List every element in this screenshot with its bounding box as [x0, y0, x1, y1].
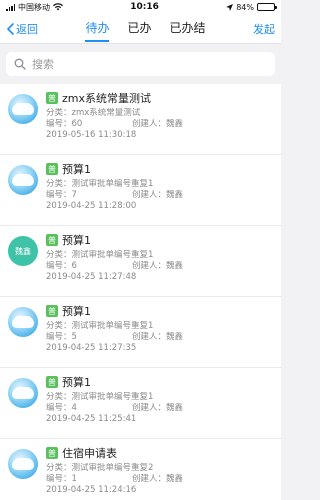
- back-label: 返回: [16, 22, 38, 36]
- item-number: 编号：4: [46, 403, 77, 413]
- title-row: 普 预算1: [46, 303, 273, 319]
- list-item[interactable]: 普 预算1 分类：测试审批单编号重复1 编号：5 创建人：魏鑫 2019-04-…: [0, 297, 281, 368]
- avatar: 魏鑫: [8, 236, 38, 266]
- item-category: 分类：测试审批单编号重复1: [46, 250, 154, 260]
- item-content: 普 预算1 分类：测试审批单编号重复1 编号：6 创建人：魏鑫 2019-04-…: [46, 232, 273, 290]
- search-icon: [14, 58, 26, 70]
- search-bar: [0, 44, 281, 84]
- chevron-left-icon: [7, 22, 14, 35]
- list-item[interactable]: 魏鑫 普 预算1 分类：测试审批单编号重复1 编号：6 创建人：魏鑫 2019-…: [0, 226, 281, 297]
- list-item[interactable]: 普 预算1 分类：测试审批单编号重复1 编号：7 创建人：魏鑫 2019-04-…: [0, 155, 281, 226]
- item-creator: 创建人：魏鑫: [132, 332, 184, 342]
- item-title: zmx系统常量测试: [62, 92, 151, 105]
- list-item[interactable]: 普 住宿申请表 分类：测试审批单编号重复2 编号：1 创建人：魏鑫 2019-0…: [0, 439, 281, 500]
- approval-list: 普 zmx系统常量测试 分类：zmx系统常量测试 编号：60 创建人：魏鑫 20…: [0, 84, 281, 500]
- item-content: 普 预算1 分类：测试审批单编号重复1 编号：5 创建人：魏鑫 2019-04-…: [46, 303, 273, 361]
- title-row: 普 预算1: [46, 374, 273, 390]
- item-category: 分类：测试审批单编号重复1: [46, 321, 154, 331]
- item-title: 预算1: [62, 305, 91, 318]
- avatar: [8, 449, 38, 479]
- wifi-icon: [53, 3, 63, 11]
- item-number: 编号：1: [46, 474, 77, 484]
- battery-icon: [257, 3, 277, 11]
- avatar: [8, 165, 38, 195]
- item-time: 2019-04-25 11:24:16: [46, 485, 137, 495]
- item-creator: 创建人：魏鑫: [132, 261, 184, 271]
- badge: 普: [46, 234, 58, 246]
- title-row: 普 住宿申请表: [46, 445, 273, 461]
- tab-bar: 待办 已办 已办结: [85, 15, 206, 42]
- nav-bar: 返回 待办 已办 已办结 发起: [0, 14, 281, 44]
- signal-icon: [6, 3, 15, 11]
- item-category: 分类：测试审批单编号重复1: [46, 392, 154, 402]
- item-content: 普 预算1 分类：测试审批单编号重复1 编号：4 创建人：魏鑫 2019-04-…: [46, 374, 273, 432]
- item-number: 编号：6: [46, 261, 77, 271]
- status-right: 84%: [226, 2, 277, 12]
- item-number: 编号：60: [46, 119, 83, 129]
- item-time: 2019-04-25 11:27:35: [46, 343, 137, 353]
- item-creator: 创建人：魏鑫: [132, 474, 184, 484]
- item-creator: 创建人：魏鑫: [132, 190, 184, 200]
- search-box[interactable]: [6, 52, 275, 76]
- launch-button[interactable]: 发起: [253, 21, 275, 37]
- item-title: 预算1: [62, 376, 91, 389]
- item-content: 普 住宿申请表 分类：测试审批单编号重复2 编号：1 创建人：魏鑫 2019-0…: [46, 445, 273, 500]
- list-item[interactable]: 普 预算1 分类：测试审批单编号重复1 编号：4 创建人：魏鑫 2019-04-…: [0, 368, 281, 439]
- battery-percent: 84%: [236, 2, 254, 12]
- item-title: 预算1: [62, 234, 91, 247]
- back-button[interactable]: 返回: [6, 21, 38, 37]
- search-input[interactable]: [32, 57, 267, 71]
- meta-row: 编号：7 创建人：魏鑫: [46, 190, 273, 201]
- title-row: 普 预算1: [46, 232, 273, 248]
- item-content: 普 预算1 分类：测试审批单编号重复1 编号：7 创建人：魏鑫 2019-04-…: [46, 161, 273, 219]
- item-number: 编号：5: [46, 332, 77, 342]
- status-left: 中国移动: [6, 2, 63, 13]
- item-category: 分类：zmx系统常量测试: [46, 108, 141, 118]
- list-item[interactable]: 普 zmx系统常量测试 分类：zmx系统常量测试 编号：60 创建人：魏鑫 20…: [0, 84, 281, 155]
- item-creator: 创建人：魏鑫: [132, 403, 184, 413]
- avatar: [8, 307, 38, 337]
- item-title: 住宿申请表: [62, 447, 117, 460]
- tab-done[interactable]: 已办: [127, 15, 151, 42]
- meta-row: 编号：4 创建人：魏鑫: [46, 403, 273, 414]
- item-time: 2019-05-16 11:30:18: [46, 130, 137, 140]
- badge: 普: [46, 376, 58, 388]
- badge: 普: [46, 163, 58, 175]
- badge: 普: [46, 447, 58, 459]
- item-number: 编号：7: [46, 190, 77, 200]
- badge: 普: [46, 92, 58, 104]
- carrier-label: 中国移动: [18, 2, 50, 12]
- item-creator: 创建人：魏鑫: [132, 119, 184, 129]
- location-icon: [226, 3, 234, 11]
- item-time: 2019-04-25 11:25:41: [46, 414, 137, 424]
- meta-row: 编号：1 创建人：魏鑫: [46, 474, 273, 485]
- meta-row: 编号：5 创建人：魏鑫: [46, 332, 273, 343]
- title-row: 普 zmx系统常量测试: [46, 90, 273, 106]
- item-title: 预算1: [62, 163, 91, 176]
- tab-completed[interactable]: 已办结: [170, 15, 206, 42]
- item-category: 分类：测试审批单编号重复1: [46, 179, 154, 189]
- title-row: 普 预算1: [46, 161, 273, 177]
- item-category: 分类：测试审批单编号重复2: [46, 463, 154, 473]
- item-time: 2019-04-25 11:28:00: [46, 201, 137, 211]
- status-bar: 中国移动 10:16 84%: [0, 0, 281, 14]
- badge: 普: [46, 305, 58, 317]
- item-content: 普 zmx系统常量测试 分类：zmx系统常量测试 编号：60 创建人：魏鑫 20…: [46, 90, 273, 148]
- clock: 10:16: [130, 2, 159, 12]
- avatar: [8, 94, 38, 124]
- item-time: 2019-04-25 11:27:48: [46, 272, 137, 282]
- avatar: [8, 378, 38, 408]
- meta-row: 编号：60 创建人：魏鑫: [46, 119, 273, 130]
- tab-todo[interactable]: 待办: [85, 15, 110, 42]
- meta-row: 编号：6 创建人：魏鑫: [46, 261, 273, 272]
